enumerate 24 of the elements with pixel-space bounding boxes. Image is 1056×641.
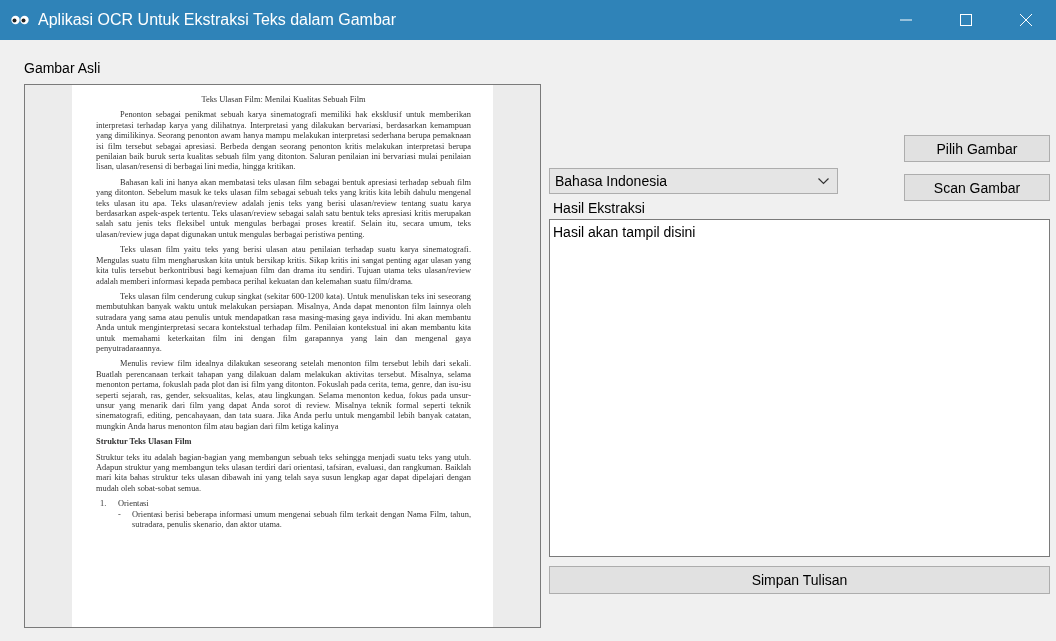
close-icon (1020, 14, 1032, 26)
document-paragraph: Teks ulasan film yaitu teks yang berisi ulasan atau penilaian terhadap suatu karya sinematografi. Mengulas suatu film mengharuskan kita untuk bersikap kritis. Sikap kritis ini sangat penting agar ulasan yang kita tulis tersebut berkontribusi bagi kemajuan film dan drama itu sendiri. Tujuan utama teks ulasan/review adalah memberi informasi kepada pembaca perihal kekuatan dan kelemahan suatu film/drama. (96, 245, 471, 287)
list-item-label: Orientasi (118, 499, 149, 510)
result-text-area[interactable]: Hasil akan tampil disini (549, 219, 1050, 557)
document-title: Teks Ulasan Film: Menilai Kualitas Sebuah Film (200, 95, 367, 106)
eyes-icon (11, 14, 29, 26)
document-paragraph: Bahasan kali ini hanya akan membatasi teks ulasan film sebagai bentuk apresiasi terhadap sebuah film yang ditonton. Sebelum masuk ke teks ulasan film sebagai sebuah teks yang kritis kita lebih dahulu mengenal teks ulasan itu apa. Teks ulasan/review adalah jenis teks yang berisi ulasan/review tentang suatu karya berdasarkan aspek-aspek tertentu. Teks ulasan/review sebagai salah satu bentuk teks apresiasi kritis merupakan salah satu jenis teks fleksibel untuk mengulas berbagai proses kreatif. Selain itu, secara umum, teks ulasan/review juga dapat digunakan untuk mengulas berbagai peristiwa penting. (96, 177, 471, 241)
save-button[interactable]: Simpan Tulisan (549, 566, 1050, 594)
list-bullet-text: Orientasi berisi beberapa informasi umum mengenai sebuah film terkait dengan Nama Film, tahun, sutradara, penulis skenario, dan aktor utama. (132, 509, 471, 531)
result-label: Hasil Ekstraksi (552, 200, 645, 217)
bullet-marker: - (118, 509, 122, 521)
document-paragraph: Penonton sebagai penikmat sebuah karya sinematografi memiliki hak eksklusif untuk memberikan interpretasi terhadap karya yang dilihatnya. Interpretasi yang dilakukan bervariasi, berdasarkan kemampuan yang dimilikinya. Seorang penonton awam hanya mampu melakukan interpretasi sederhana berupa pemaknaan isi film tersebut sebagai apresiasi. Berbeda dengan seorang penonton kritis melakukan interpretasi berupa penilaian baik buruk serta kualitas sebuah film yang ditonton. Saluran penilaian ini bervariasi mulai penilaian lisan, ulasan/resensi di berbagai lini media, hingga kritikan. (96, 110, 471, 173)
action-button[interactable]: Scan Gambar (904, 174, 1050, 201)
action-button[interactable]: Pilih Gambar (904, 135, 1050, 162)
document-paragraph: Menulis review film idealnya dilakukan seseorang setelah menonton film tersebut lebih dari sekali. Buatlah perencanaan terkait tahapan yang dilakuan dalam melakukan aktivitas tersebut. Misalnya, selama menonton pertama, fokuslah pada plot dan isi film yang ditonton. Fokuslah pada cerita, tema, genre, dan isu-isu seperti sejarah, ras, gender, seksualitas, kelas, atau lingkungan. Selama menonton kedua, fokus pada unsur-unsur yang menarik dari film yang dapat Anda sorot di review. Misalnya teknik formal seperti teknik sinematografi, editing, pencahayaan, dan tata suara. Jika Anda perlu untuk mengambil lebih banyak catatan, mungkin Anda harus menonton film atau bagian dari film ketiga kalinya (96, 359, 471, 433)
maximize-icon (960, 14, 972, 26)
document-paragraph: Teks ulasan film cenderung cukup singkat (sekitar 600-1200 kata). Untuk menuliskan teks ini seseorang membutuhkan banyak waktu untuk melakukan persiapan. Misalnya, Anda dapat menonton film lainnya oleh sutradara yang sama atau penulis untuk mendapatkan rasa masing-masing gaya individu. Ini akan membantu Anda untuk menginterpretasi secara kontekstual terhadap film. Penilaian kontekstual ini akan membantu kita untuk memahami keterkaitan film ini dengan film garapannya yang lain dan mengenal gaya penyutradaraannya. (96, 291, 471, 355)
language-dropdown[interactable]: Bahasa Indonesia (549, 168, 838, 194)
list-number: 1. (99, 499, 108, 510)
window-title: Aplikasi OCR Untuk Ekstraksi Teks dalam Gambar (38, 11, 397, 29)
chevron-down-icon (818, 177, 829, 185)
document-heading: Struktur Teks Ulasan Film (96, 437, 193, 448)
image-label: Gambar Asli (24, 60, 101, 77)
document-paragraph: Struktur teks itu adalah bagian-bagian yang membangun sebuah teks sehingga menjadi suatu teks yang utuh. Adapun struktur yang membangun teks ulasan terdiri dari orientasi, tafsiran, evaluasi, dan rangkuman. Baiklah mari kita bahas struktur teks ulasan dibawah ini yang telah saya susun lengkap agar dapat dipelajari dengan mudah oleh sobat-sobat semua. (96, 452, 471, 495)
